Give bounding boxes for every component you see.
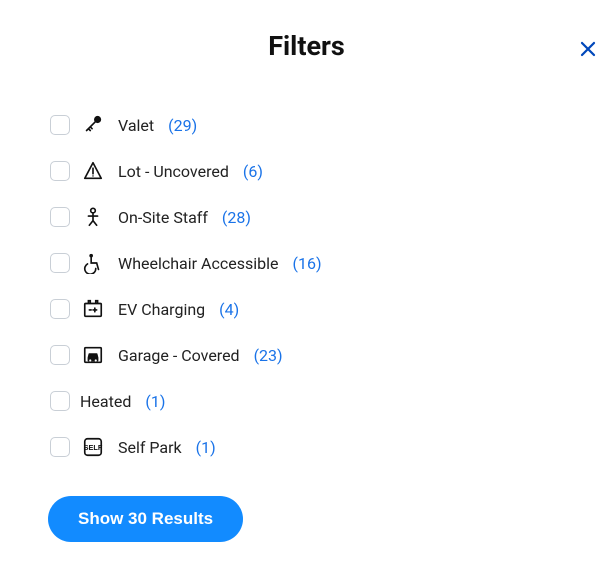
battery-icon xyxy=(80,296,106,322)
filter-count: (23) xyxy=(254,346,283,365)
filter-row-ev-charging: EV Charging (4) xyxy=(50,286,613,332)
checkbox-heated[interactable] xyxy=(50,391,70,411)
checkbox-lot-uncovered[interactable] xyxy=(50,161,70,181)
close-button[interactable] xyxy=(577,38,599,60)
checkbox-on-site-staff[interactable] xyxy=(50,207,70,227)
page-title: Filters xyxy=(0,30,613,62)
filter-label: Lot - Uncovered xyxy=(118,162,229,181)
checkbox-valet[interactable] xyxy=(50,115,70,135)
close-icon xyxy=(579,40,597,58)
filter-row-garage-covered: Garage - Covered (23) xyxy=(50,332,613,378)
filter-row-wheelchair: Wheelchair Accessible (16) xyxy=(50,240,613,286)
filter-count: (29) xyxy=(168,116,197,135)
filter-row-valet: Valet (29) xyxy=(50,102,613,148)
filter-count: (1) xyxy=(196,438,216,457)
person-icon xyxy=(80,204,106,230)
checkbox-wheelchair[interactable] xyxy=(50,253,70,273)
svg-text:SELF: SELF xyxy=(84,443,103,452)
filter-label: Self Park xyxy=(118,438,182,457)
filter-count: (28) xyxy=(222,208,251,227)
checkbox-ev-charging[interactable] xyxy=(50,299,70,319)
filter-label: Garage - Covered xyxy=(118,346,240,365)
show-results-button[interactable]: Show 30 Results xyxy=(48,496,243,542)
filter-label: Valet xyxy=(118,116,154,135)
filter-count: (1) xyxy=(145,392,165,411)
filter-label: On-Site Staff xyxy=(118,208,208,227)
filter-label: EV Charging xyxy=(118,300,205,319)
self-icon: SELF xyxy=(80,434,106,460)
warning-icon xyxy=(80,158,106,184)
filter-row-self-park: SELF Self Park (1) xyxy=(50,424,613,470)
filter-row-heated: Heated (1) xyxy=(50,378,613,424)
filter-list: Valet (29) Lot - Uncovered (6) On-Site S… xyxy=(0,102,613,470)
checkbox-self-park[interactable] xyxy=(50,437,70,457)
key-icon xyxy=(80,112,106,138)
filter-count: (6) xyxy=(243,162,263,181)
filter-label: Heated xyxy=(80,392,131,411)
checkbox-garage-covered[interactable] xyxy=(50,345,70,365)
filter-count: (16) xyxy=(292,254,321,273)
filter-row-on-site-staff: On-Site Staff (28) xyxy=(50,194,613,240)
wheelchair-icon xyxy=(80,250,106,276)
filter-count: (4) xyxy=(219,300,239,319)
filter-label: Wheelchair Accessible xyxy=(118,254,278,273)
garage-icon xyxy=(80,342,106,368)
filter-row-lot-uncovered: Lot - Uncovered (6) xyxy=(50,148,613,194)
